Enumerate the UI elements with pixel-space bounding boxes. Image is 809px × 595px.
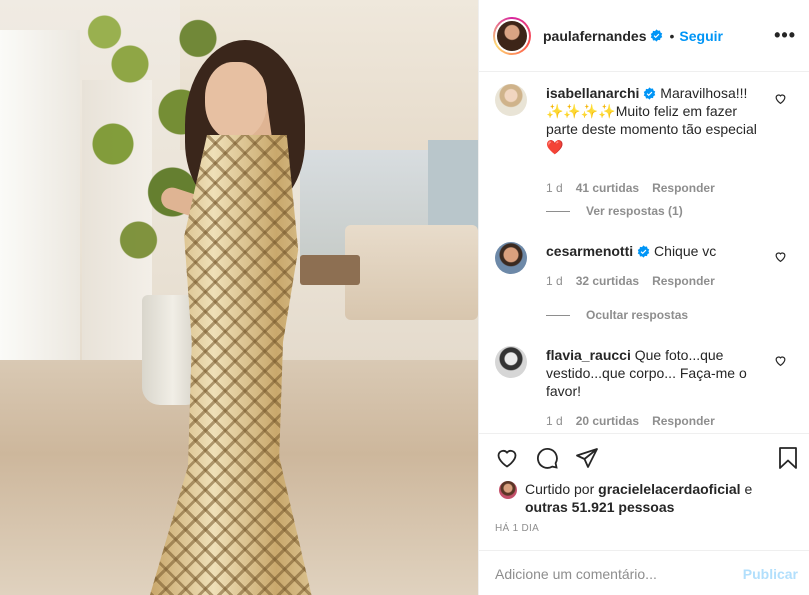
reply-button[interactable]: Responder — [652, 181, 715, 195]
comment-time[interactable]: 1 d — [546, 274, 563, 288]
hide-replies-button[interactable]: Ocultar respostas — [546, 308, 688, 322]
comment-meta: 1 d 41 curtidas Responder — [546, 181, 715, 195]
separator-dot: • — [669, 27, 675, 44]
photo-sofa — [345, 225, 478, 320]
bookmark-icon — [779, 447, 797, 469]
comments-list[interactable]: isabellanarchi Maravilhosa!!!✨✨✨✨Muito f… — [479, 72, 809, 433]
post-timestamp[interactable]: HÁ 1 DIA — [495, 523, 539, 534]
like-comment-icon[interactable] — [774, 92, 787, 105]
replies-divider — [546, 314, 570, 316]
comment-body: flavia_raucci Que foto...que vestido...q… — [546, 346, 768, 400]
avatar[interactable] — [495, 242, 527, 274]
photo-person-face — [205, 62, 267, 140]
avatar[interactable] — [495, 84, 527, 116]
comment-likes[interactable]: 41 curtidas — [576, 181, 639, 195]
like-icon[interactable] — [495, 446, 519, 470]
comment-meta: 1 d 20 curtidas Responder — [546, 414, 715, 428]
like-comment-icon[interactable] — [774, 250, 787, 263]
add-comment-bar: Publicar — [479, 550, 809, 595]
comment-username[interactable]: flavia_raucci — [546, 347, 631, 363]
comment-input[interactable] — [495, 563, 725, 585]
instagram-post: paulafernandes • Seguir ••• isabellanarc… — [0, 0, 809, 595]
replies-label: Ver respostas (1) — [586, 204, 683, 218]
post-comment-button[interactable]: Publicar — [743, 566, 798, 582]
comment-icon[interactable] — [535, 446, 559, 470]
replies-label: Ocultar respostas — [586, 308, 689, 322]
comment-time[interactable]: 1 d — [546, 181, 563, 195]
comment-username[interactable]: cesarmenotti — [546, 243, 633, 259]
liked-by-user[interactable]: gracielelacerdaoficial — [598, 481, 740, 497]
comment-body: isabellanarchi Maravilhosa!!!✨✨✨✨Muito f… — [546, 84, 768, 156]
comment-username[interactable]: isabellanarchi — [546, 85, 639, 101]
save-button[interactable] — [776, 446, 800, 470]
comment-likes[interactable]: 32 curtidas — [576, 274, 639, 288]
post-header: paulafernandes • Seguir ••• — [479, 0, 809, 72]
follow-button[interactable]: Seguir — [679, 28, 723, 44]
liked-by-prefix: Curtido por — [525, 481, 595, 497]
action-icons — [495, 446, 599, 470]
verified-badge-icon — [651, 29, 663, 42]
owner-username[interactable]: paulafernandes — [543, 28, 646, 44]
reply-button[interactable]: Responder — [652, 274, 715, 288]
post-photo[interactable] — [0, 0, 478, 595]
comment-text: Chique vc — [654, 243, 717, 259]
liked-by-conj: e — [744, 481, 753, 497]
post-sidebar: paulafernandes • Seguir ••• isabellanarc… — [478, 0, 809, 595]
comment-time[interactable]: 1 d — [546, 414, 563, 428]
post-actions: Curtido por gracielelacerdaoficial e out… — [479, 433, 809, 595]
avatar[interactable] — [499, 481, 517, 499]
verified-badge-icon — [637, 245, 650, 258]
more-options-icon[interactable]: ••• — [774, 26, 796, 44]
replies-divider — [546, 210, 570, 212]
reply-button[interactable]: Responder — [652, 414, 715, 428]
liked-by-others[interactable]: outras 51.921 pessoas — [525, 499, 674, 515]
comment-meta: 1 d 32 curtidas Responder — [546, 274, 715, 288]
photo-table — [300, 255, 360, 285]
comment-likes[interactable]: 20 curtidas — [576, 414, 639, 428]
like-comment-icon[interactable] — [774, 354, 787, 367]
verified-badge-icon — [644, 87, 656, 100]
avatar — [497, 20, 527, 51]
avatar[interactable] — [495, 346, 527, 378]
share-icon[interactable] — [575, 446, 599, 470]
photo-window-view — [428, 140, 478, 235]
comment-body: cesarmenotti Chique vc — [546, 242, 768, 260]
view-replies-button[interactable]: Ver respostas (1) — [546, 204, 683, 218]
story-ring[interactable] — [493, 16, 531, 55]
